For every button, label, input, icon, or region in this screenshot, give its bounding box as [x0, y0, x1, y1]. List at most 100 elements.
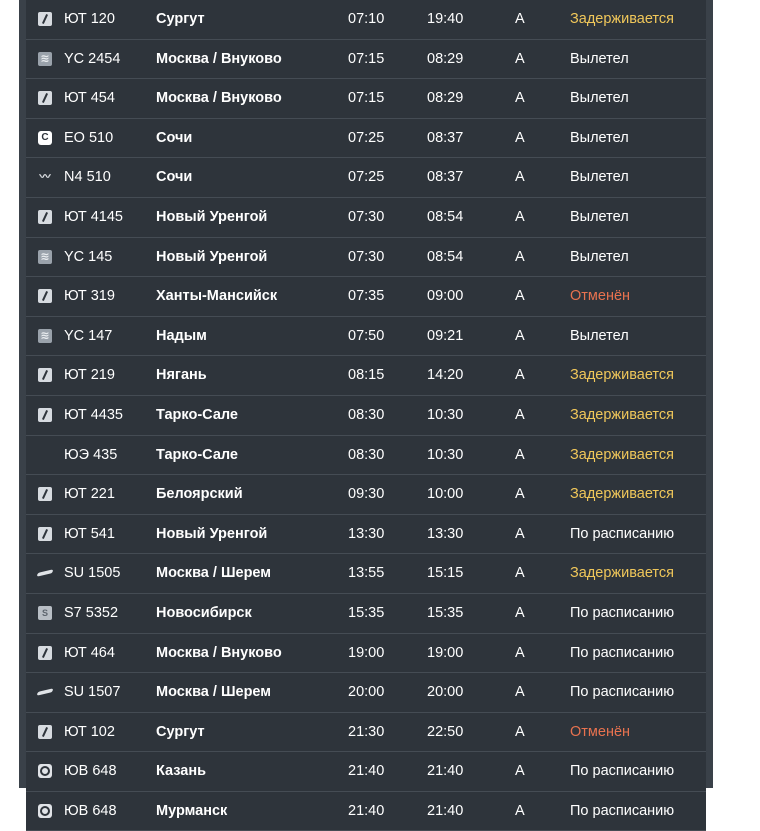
- flight-number: ЮТ 219: [64, 367, 115, 384]
- flight-number: ЮТ 454: [64, 90, 115, 107]
- flight-row[interactable]: SU 1507 Москва / Шерем 20:00 20:00 A По …: [26, 673, 706, 713]
- flight-row[interactable]: S7 5352 Новосибирск 15:35 15:35 A По рас…: [26, 594, 706, 634]
- flight-status: Вылетел: [570, 327, 629, 344]
- destination: Москва / Шерем: [156, 684, 272, 701]
- destination: Белоярский: [156, 486, 243, 503]
- terminal: A: [515, 288, 525, 305]
- terminal: A: [515, 565, 525, 582]
- flight-status: Отменён: [570, 288, 631, 305]
- flight-number: YC 147: [64, 327, 113, 344]
- terminal: A: [515, 446, 525, 463]
- flight-status: По расписанию: [570, 802, 675, 819]
- scheduled-time: 08:15: [348, 367, 385, 384]
- scheduled-time: 07:15: [348, 90, 385, 107]
- flight-number: ЮТ 464: [64, 644, 115, 661]
- destination: Казань: [156, 763, 207, 780]
- flight-row[interactable]: EO 510 Сочи 07:25 08:37 A Вылетел: [26, 119, 706, 159]
- scheduled-time: 08:30: [348, 446, 385, 463]
- flight-row[interactable]: ЮТ 4145 Новый Уренгой 07:30 08:54 A Выле…: [26, 198, 706, 238]
- flight-status: Вылетел: [570, 50, 629, 67]
- flight-row[interactable]: ЮТ 464 Москва / Внуково 19:00 19:00 A По…: [26, 634, 706, 674]
- flight-row[interactable]: N4 510 Сочи 07:25 08:37 A Вылетел: [26, 158, 706, 198]
- destination: Сочи: [156, 129, 193, 146]
- s7-logo-icon: [38, 605, 52, 620]
- flight-row[interactable]: ЮТ 454 Москва / Внуково 07:15 08:29 A Вы…: [26, 79, 706, 119]
- destination: Надым: [156, 327, 207, 344]
- flight-number: ЮТ 102: [64, 723, 115, 740]
- flight-status: По расписанию: [570, 604, 675, 621]
- nordwind-logo-icon: [38, 170, 52, 184]
- flight-row[interactable]: YC 145 Новый Уренгой 07:30 08:54 A Вылет…: [26, 238, 706, 278]
- flight-row[interactable]: ЮТ 120 Сургут 07:10 19:40 A Задерживаетс…: [26, 0, 706, 40]
- flight-row[interactable]: ЮВ 648 Мурманск 21:40 21:40 A По расписа…: [26, 792, 706, 831]
- scheduled-time: 07:35: [348, 288, 385, 305]
- terminal: A: [515, 723, 525, 740]
- flight-row[interactable]: ЮТ 319 Ханты-Мансийск 07:35 09:00 A Отме…: [26, 277, 706, 317]
- flight-status: Задерживается: [570, 406, 674, 423]
- scheduled-time: 15:35: [348, 604, 385, 621]
- terminal: A: [515, 208, 525, 225]
- actual-time: 08:54: [427, 208, 464, 225]
- actual-time: 21:40: [427, 802, 464, 819]
- utair-logo-icon: [38, 487, 52, 502]
- flight-status: По расписанию: [570, 684, 675, 701]
- flight-row[interactable]: ЮТ 102 Сургут 21:30 22:50 A Отменён: [26, 713, 706, 753]
- scheduled-time: 07:30: [348, 208, 385, 225]
- flight-row[interactable]: ЮТ 541 Новый Уренгой 13:30 13:30 A По ра…: [26, 515, 706, 555]
- scheduled-time: 13:55: [348, 565, 385, 582]
- actual-time: 09:21: [427, 327, 464, 344]
- terminal: A: [515, 406, 525, 423]
- flight-status: Вылетел: [570, 208, 629, 225]
- actual-time: 15:35: [427, 604, 464, 621]
- destination: Москва / Внуково: [156, 90, 282, 107]
- utair-logo-icon: [38, 209, 52, 224]
- terminal: A: [515, 644, 525, 661]
- actual-time: 14:20: [427, 367, 464, 384]
- aeroflot-logo-icon: [38, 566, 52, 580]
- terminal: A: [515, 169, 525, 186]
- flight-status: По расписанию: [570, 644, 675, 661]
- terminal: A: [515, 367, 525, 384]
- utair-logo-icon: [38, 407, 52, 422]
- flight-row[interactable]: ЮЭ 435 Тарко-Сале 08:30 10:30 A Задержив…: [26, 436, 706, 476]
- destination: Москва / Внуково: [156, 50, 282, 67]
- destination: Новый Уренгой: [156, 248, 268, 265]
- destination: Ханты-Мансийск: [156, 288, 278, 305]
- flight-number: ЮТ 4435: [64, 406, 123, 423]
- flight-status: Задерживается: [570, 367, 674, 384]
- flight-row[interactable]: ЮТ 4435 Тарко-Сале 08:30 10:30 A Задержи…: [26, 396, 706, 436]
- utair-logo-icon: [38, 368, 52, 383]
- destination: Новый Уренгой: [156, 208, 268, 225]
- flight-status: Задерживается: [570, 11, 674, 27]
- terminal: A: [515, 11, 525, 27]
- scheduled-time: 21:40: [348, 802, 385, 819]
- actual-time: 21:40: [427, 763, 464, 780]
- scheduled-time: 21:30: [348, 723, 385, 740]
- flight-row[interactable]: YC 147 Надым 07:50 09:21 A Вылетел: [26, 317, 706, 357]
- scheduled-time: 07:15: [348, 50, 385, 67]
- flight-status: По расписанию: [570, 525, 675, 542]
- flight-number: SU 1507: [64, 684, 121, 701]
- pobeda-logo-icon: [38, 764, 52, 779]
- actual-time: 08:37: [427, 129, 464, 146]
- aeroflot-logo-icon: [38, 685, 52, 699]
- destination: Тарко-Сале: [156, 446, 238, 463]
- actual-time: 09:00: [427, 288, 464, 305]
- actual-time: 15:15: [427, 565, 464, 582]
- terminal: A: [515, 486, 525, 503]
- scheduled-time: 13:30: [348, 525, 385, 542]
- flight-row[interactable]: ЮТ 221 Белоярский 09:30 10:00 A Задержив…: [26, 475, 706, 515]
- flight-row[interactable]: ЮТ 219 Нягань 08:15 14:20 A Задерживаетс…: [26, 356, 706, 396]
- yamal-logo-icon: [38, 328, 52, 343]
- flight-row[interactable]: SU 1505 Москва / Шерем 13:55 15:15 A Зад…: [26, 554, 706, 594]
- destination: Новосибирск: [156, 604, 252, 621]
- terminal: A: [515, 604, 525, 621]
- flight-row[interactable]: YC 2454 Москва / Внуково 07:15 08:29 A В…: [26, 40, 706, 80]
- flight-number: ЮТ 221: [64, 486, 115, 503]
- flight-number: ЮВ 648: [64, 763, 117, 780]
- destination: Москва / Внуково: [156, 644, 282, 661]
- actual-time: 08:29: [427, 90, 464, 107]
- scheduled-time: 07:25: [348, 129, 385, 146]
- destination: Нягань: [156, 367, 207, 384]
- flight-row[interactable]: ЮВ 648 Казань 21:40 21:40 A По расписани…: [26, 752, 706, 792]
